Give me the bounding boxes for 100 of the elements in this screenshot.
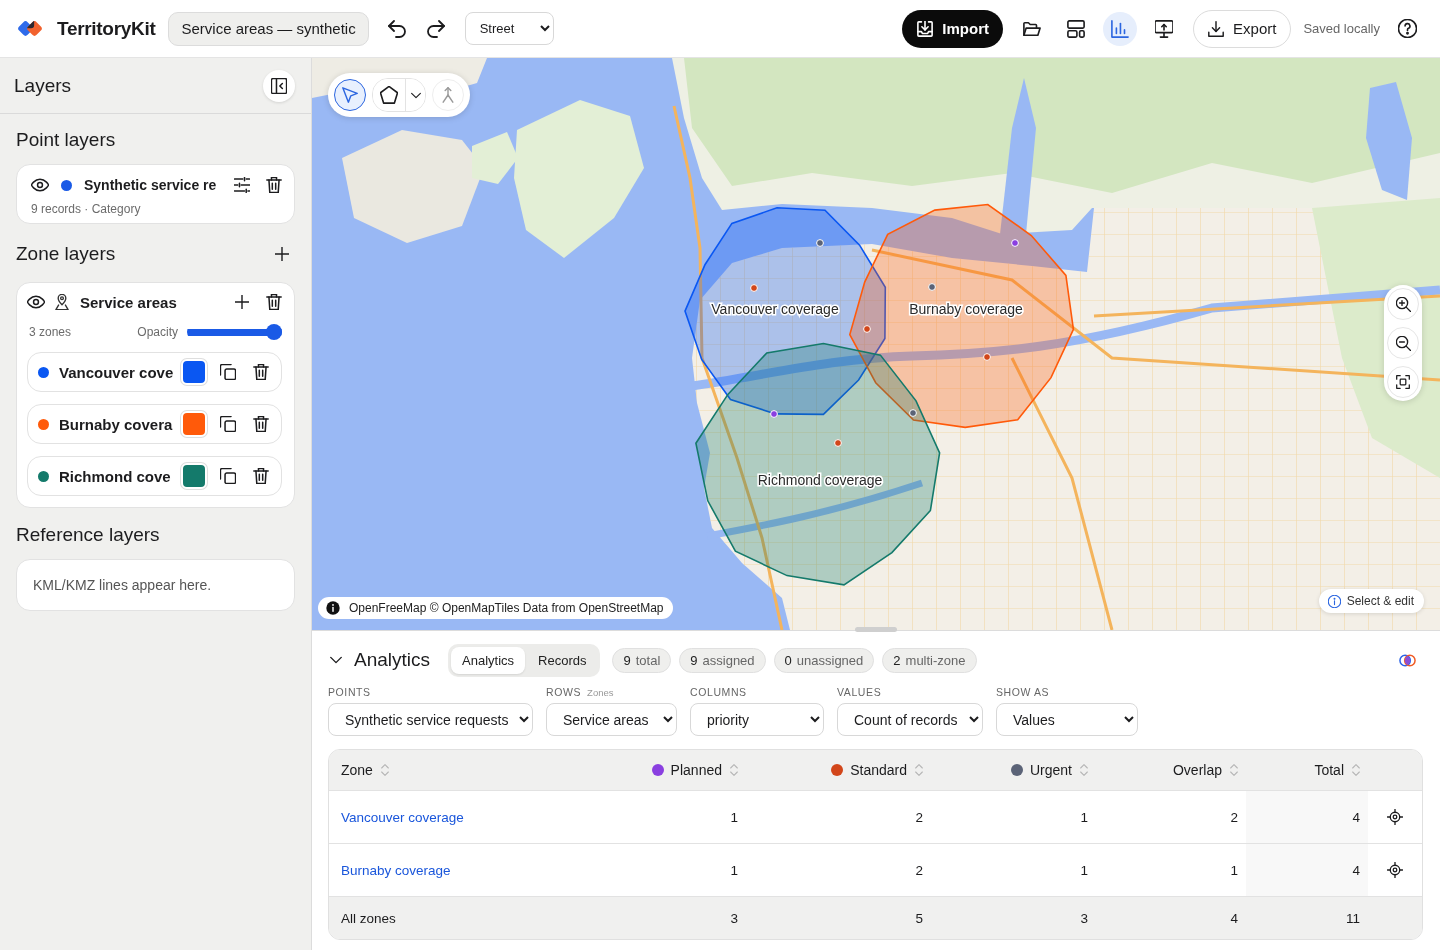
column-header[interactable]: Overlap — [1172, 762, 1222, 778]
locate-button[interactable] — [1385, 807, 1405, 827]
trash-icon[interactable] — [266, 294, 282, 310]
trash-icon[interactable] — [253, 364, 269, 380]
copy-icon[interactable] — [220, 364, 236, 380]
map-pin-icon — [54, 294, 70, 310]
zone-name: Burnaby covera — [59, 415, 174, 433]
slider-thumb[interactable] — [266, 324, 282, 340]
filter-label: POINTS — [328, 686, 371, 698]
resize-handle[interactable] — [855, 627, 897, 632]
table-cell: 3 — [1080, 910, 1088, 926]
filter-select[interactable]: Count of records — [837, 703, 983, 736]
help-icon — [1398, 19, 1417, 38]
zone-name: Vancouver cove — [59, 363, 175, 381]
basemap-select[interactable]: Street — [464, 12, 554, 45]
color-swatch-icon[interactable] — [181, 463, 207, 489]
zone-label: Richmond coverage — [757, 472, 883, 488]
stat-value: 0 — [784, 652, 792, 668]
view-tab[interactable]: Records — [527, 646, 598, 674]
save-status: Saved locally — [1303, 21, 1380, 36]
filter-label: SHOW AS — [996, 686, 1050, 698]
copy-icon[interactable] — [220, 468, 236, 484]
folder-icon — [1023, 19, 1042, 38]
column-header[interactable]: Planned — [670, 762, 722, 778]
stat-label: unassigned — [796, 652, 864, 668]
table-cell: 4 — [1352, 809, 1360, 825]
table-cell: 1 — [730, 809, 738, 825]
section-heading: Zone layers — [16, 243, 116, 265]
layer-name: Synthetic service re — [84, 177, 218, 193]
trash-icon[interactable] — [253, 468, 269, 484]
eye-icon[interactable] — [27, 293, 45, 311]
redo-icon — [426, 19, 445, 38]
stat-label: total — [635, 652, 661, 668]
zone-link[interactable]: Vancouver coverage — [341, 809, 464, 825]
stat-value: 9 — [690, 652, 698, 668]
color-swatch-icon[interactable] — [181, 411, 207, 437]
column-header[interactable]: Total — [1314, 762, 1344, 778]
column-header[interactable]: Zone — [341, 762, 373, 778]
sliders-icon[interactable] — [234, 177, 250, 193]
stat-value: 9 — [623, 652, 631, 668]
filter-label: ROWS — [546, 686, 582, 698]
zone-item[interactable]: Richmond cove — [27, 456, 282, 496]
empty-state-text: KML/KMZ lines appear here. — [33, 577, 212, 593]
add-icon[interactable] — [275, 247, 289, 261]
help-button[interactable] — [1396, 17, 1419, 40]
table-cell: 3 — [730, 910, 738, 926]
locate-button[interactable] — [1385, 860, 1405, 880]
table-cell: 2 — [915, 809, 923, 825]
select-tool-button[interactable] — [334, 79, 366, 111]
zone-count: 3 zones — [29, 325, 72, 339]
column-header[interactable]: Standard — [850, 762, 907, 778]
column-header[interactable]: Urgent — [1029, 762, 1072, 778]
zone-item[interactable]: Burnaby covera — [27, 404, 282, 444]
filter-select[interactable]: Synthetic service requests — [328, 703, 533, 736]
table-cell: 5 — [915, 910, 923, 926]
table-cell: All zones — [341, 910, 396, 926]
project-name-button[interactable]: Service areas — synthetic — [168, 11, 369, 46]
attribution-text: OpenFreeMap © OpenMapTiles Data from OpenStreetMap — [349, 601, 664, 615]
copy-icon[interactable] — [220, 416, 236, 432]
import-icon — [917, 20, 934, 37]
trash-icon[interactable] — [266, 177, 282, 193]
bar-chart-icon — [1111, 19, 1130, 38]
table-cell: 2 — [915, 862, 923, 878]
monitor-upload-icon — [1155, 19, 1174, 38]
filter-select[interactable]: Service areas — [546, 703, 677, 736]
panel-collapse-icon — [271, 77, 287, 94]
cursor-arrow-icon — [342, 87, 358, 103]
info-icon[interactable] — [326, 601, 340, 615]
eye-icon[interactable] — [31, 176, 49, 194]
stat-value: 2 — [893, 652, 901, 668]
color-swatch-icon[interactable] — [181, 359, 207, 385]
overlap-circles-icon[interactable] — [1399, 653, 1416, 667]
mode-hint-text: Select & edit — [1346, 594, 1414, 608]
trash-icon[interactable] — [253, 416, 269, 432]
filter-select[interactable]: priority — [690, 703, 824, 736]
opacity-label: Opacity — [137, 325, 178, 339]
import-button[interactable]: Import — [902, 9, 1004, 48]
analytics-title: Analytics — [354, 649, 431, 671]
collapse-panel-button[interactable] — [263, 69, 295, 102]
polygon-options-button[interactable] — [405, 79, 425, 111]
table-cell: 4 — [1352, 862, 1360, 878]
zone-item[interactable]: Vancouver cove — [27, 352, 282, 392]
chevron-down-icon — [410, 91, 421, 99]
filter-select[interactable]: Values — [996, 703, 1138, 736]
zone-label: Vancouver coverage — [711, 301, 839, 317]
section-heading: Reference layers — [16, 524, 160, 546]
analytics-button[interactable] — [1103, 11, 1138, 46]
table-cell: 1 — [1230, 862, 1238, 878]
filter-label: VALUES — [837, 686, 882, 698]
stat-label: multi-zone — [905, 652, 966, 668]
view-tab[interactable]: Analytics — [451, 646, 526, 674]
zone-link[interactable]: Burnaby coverage — [341, 862, 451, 878]
layout-icon — [1067, 19, 1086, 38]
add-icon[interactable] — [235, 295, 249, 309]
target-icon — [1387, 862, 1403, 878]
filter-label: COLUMNS — [690, 686, 747, 698]
table-cell: 11 — [1346, 910, 1360, 926]
export-button[interactable]: Export — [1193, 9, 1292, 48]
merge-arrow-icon — [440, 87, 456, 103]
table-cell: 4 — [1230, 910, 1238, 926]
